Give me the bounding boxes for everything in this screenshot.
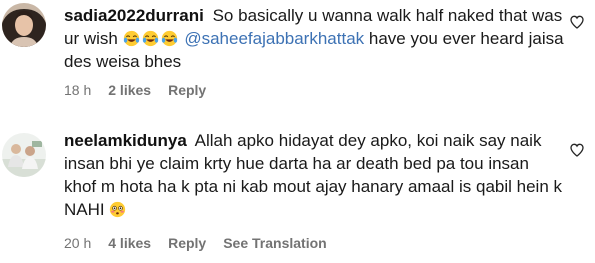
heart-outline-icon[interactable]: [569, 142, 585, 158]
likes-count-link[interactable]: 4 likes: [108, 235, 151, 251]
tears-of-joy-emoji-icon: [161, 30, 177, 47]
tears-of-joy-emoji-icon: [123, 30, 139, 47]
avatar[interactable]: [2, 133, 46, 177]
tears-of-joy-emoji-icon: [142, 30, 158, 47]
comment-text: neelamkidunya Allah apko hidayat dey apk…: [64, 129, 564, 221]
comment-time: 18 h: [64, 82, 92, 98]
avatar-image: [2, 3, 46, 47]
see-translation-button[interactable]: See Translation: [223, 235, 326, 251]
comment-text: sadia2022durrani So basically u wanna wa…: [64, 4, 564, 73]
comment-username[interactable]: neelamkidunya: [64, 131, 187, 150]
comment-time: 20 h: [64, 235, 92, 251]
comment-username[interactable]: sadia2022durrani: [64, 6, 204, 25]
comment: neelamkidunya Allah apko hidayat dey apk…: [0, 118, 595, 263]
reply-button[interactable]: Reply: [168, 82, 206, 98]
mention-link[interactable]: @saheefajabbarkhattak: [184, 29, 364, 48]
comment-meta: 20 h 4 likes Reply See Translation: [64, 235, 327, 251]
avatar[interactable]: [2, 3, 46, 47]
likes-count-link[interactable]: 2 likes: [108, 82, 151, 98]
heart-outline-icon[interactable]: [569, 14, 585, 30]
avatar-image: [2, 133, 46, 177]
comment-meta: 18 h 2 likes Reply: [64, 82, 206, 98]
comment: sadia2022durrani So basically u wanna wa…: [0, 0, 595, 118]
reply-button[interactable]: Reply: [168, 235, 206, 251]
flushed-face-emoji-icon: [110, 201, 126, 218]
